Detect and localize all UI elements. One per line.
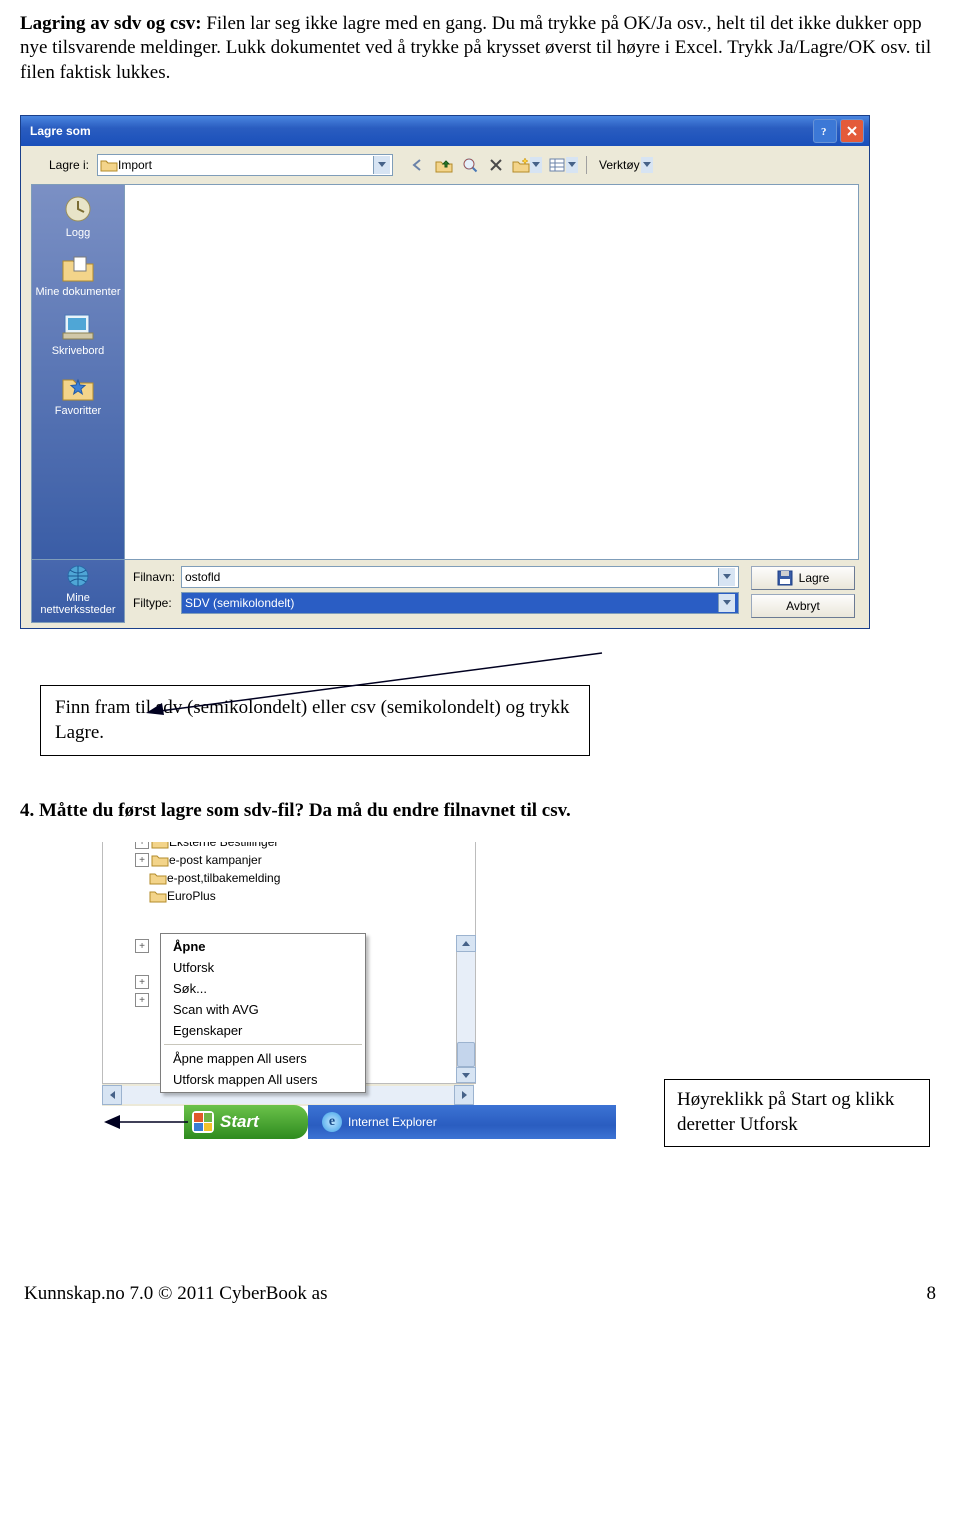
dialog-titlebar[interactable]: Lagre som ? [21,116,869,146]
history-icon [59,193,97,225]
places-my-documents[interactable]: Mine dokumenter [34,250,122,307]
ctx-search[interactable]: Søk... [163,978,363,999]
chevron-down-icon[interactable] [373,156,390,174]
callout-2: Høyreklikk på Start og klikk deretter Ut… [664,1079,930,1146]
footer-page-number: 8 [927,1283,937,1305]
places-label: Skrivebord [52,345,105,357]
folder-icon [149,889,167,903]
ctx-open-all-users[interactable]: Åpne mappen All users [163,1048,363,1069]
lagre-i-label: Lagre i: [31,158,89,172]
documents-folder-icon [59,252,97,284]
scroll-right-button[interactable] [454,1085,474,1105]
scroll-down-button[interactable] [456,1067,476,1084]
folder-icon [151,842,169,849]
places-label: Mine dokumenter [36,286,121,298]
ctx-explore-all-users[interactable]: Utforsk mappen All users [163,1069,363,1090]
tree-item-label[interactable]: EuroPlus [167,889,216,903]
windows-taskbar: Start e Internet Explorer Høyreklikk på … [184,1105,616,1139]
intro-heading: Lagring av sdv og csv: [20,13,202,34]
tools-dropdown[interactable]: Verktøy [594,156,654,174]
filetype-label: Filtype: [133,596,181,610]
tree-item-label[interactable]: Eksterne Bestillinger [169,842,278,849]
tools-label: Verktøy [599,158,640,172]
tree-expand-icon[interactable]: + [135,975,149,989]
tree-expand-icon[interactable]: + [135,853,149,867]
vertical-scrollbar[interactable] [456,935,475,1083]
filetype-dropdown[interactable]: SDV (semikolondelt) [181,592,739,614]
folder-icon [100,158,118,172]
tree-expand-icon[interactable]: + [135,939,149,953]
svg-text:?: ? [821,126,827,137]
ctx-open[interactable]: Åpne [163,936,363,957]
tree-expand-icon[interactable]: + [135,993,149,1007]
places-network[interactable]: Mine nettverkssteder [31,560,125,623]
cancel-button-label: Avbryt [786,599,820,613]
scroll-left-button[interactable] [102,1085,122,1105]
places-favorites[interactable]: Favoritter [34,369,122,426]
taskbar-ie-label: Internet Explorer [348,1115,437,1129]
tree-item-label[interactable]: e-post kampanjer [169,853,262,867]
up-folder-button[interactable] [433,155,455,175]
windows-logo-icon [192,1111,214,1133]
favorites-folder-icon [59,371,97,403]
cancel-button[interactable]: Avbryt [751,594,855,618]
ctx-scan-avg[interactable]: Scan with AVG [163,999,363,1020]
folder-dropdown[interactable]: Import [97,154,393,176]
dialog-title: Lagre som [26,124,810,138]
explorer-tree-excerpt: + Eksterne Bestillinger + e-post kampanj… [102,842,476,935]
back-button[interactable] [407,155,429,175]
ctx-properties[interactable]: Egenskaper [163,1020,363,1041]
filename-value: ostofld [185,570,718,584]
chevron-down-icon[interactable] [718,568,735,586]
new-folder-button[interactable] [511,156,543,174]
ctx-explore[interactable]: Utforsk [163,957,363,978]
save-as-dialog: Lagre som ? Lagre i: Import [20,115,870,629]
tree-item-label[interactable]: e-post,tilbakemelding [167,871,280,885]
places-logg[interactable]: Logg [34,191,122,248]
file-list-area[interactable] [125,184,859,560]
desktop-icon [59,311,97,343]
places-desktop[interactable]: Skrivebord [34,309,122,366]
footer-left: Kunnskap.no 7.0 © 2011 CyberBook as [24,1283,327,1305]
places-label: Mine nettverkssteder [40,592,115,616]
disk-icon [777,570,793,586]
start-button-label: Start [220,1112,259,1132]
context-menu: Åpne Utforsk Søk... Scan with AVG Egensk… [160,933,366,1093]
filename-label: Filnavn: [133,570,181,584]
chevron-down-icon[interactable] [718,594,735,612]
save-button[interactable]: Lagre [751,566,855,590]
save-button-label: Lagre [799,571,830,585]
web-search-button[interactable] [459,155,481,175]
places-label: Logg [66,227,90,239]
annotation-arrow-2 [104,1109,190,1135]
folder-icon [151,853,169,867]
places-bar: Logg Mine dokumenter Skrivebord Favoritt… [31,184,125,560]
views-button[interactable] [547,156,579,174]
scroll-up-button[interactable] [456,935,476,952]
places-label: Favoritter [55,405,101,417]
start-button[interactable]: Start [184,1105,308,1139]
folder-icon [149,871,167,885]
scroll-thumb[interactable] [457,1042,475,1067]
ie-icon[interactable]: e [322,1112,342,1132]
close-button[interactable] [840,119,864,143]
filetype-value: SDV (semikolondelt) [185,596,718,610]
filename-input[interactable]: ostofld [181,566,739,588]
tree-expand-icon[interactable]: + [135,842,149,849]
help-button[interactable]: ? [813,119,837,143]
section-4-heading: 4. Måtte du først lagre som sdv-fil? Da … [20,800,940,822]
folder-dropdown-value: Import [118,158,373,172]
network-icon [62,562,94,590]
delete-button[interactable] [485,155,507,175]
